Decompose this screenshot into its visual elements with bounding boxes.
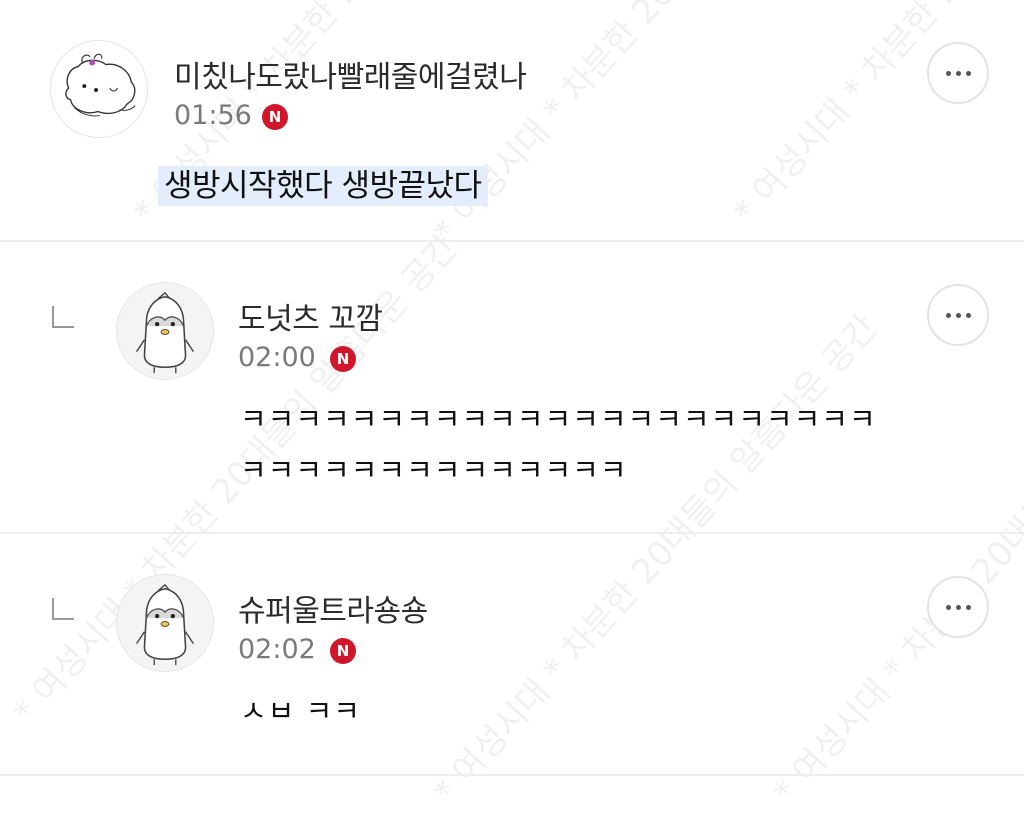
comment-item: 미칬나도랐나빨래줄에걸렸나 01:56 N 생방시작했다 생방끝났다: [0, 0, 1024, 240]
comment-text: 생방시작했다 생방끝났다: [158, 160, 488, 206]
timestamp: 02:00: [238, 342, 316, 373]
avatar[interactable]: [116, 282, 214, 380]
dot-icon: [955, 70, 961, 76]
reply-comment-item: 슈퍼울트라숑숑 02:02 N ㅅㅂ ㅋㅋ: [0, 534, 1024, 774]
reply-comment-item: 도넛츠 꼬깜 02:00 N ㅋㅋㅋㅋㅋㅋㅋㅋㅋㅋㅋㅋㅋㅋㅋㅋㅋㅋㅋㅋㅋㅋㅋ ㅋ…: [0, 242, 1024, 532]
new-badge-icon: N: [330, 638, 356, 664]
reply-arrow-icon: [52, 598, 74, 620]
dot-icon: [955, 312, 961, 318]
more-options-button[interactable]: [927, 284, 989, 346]
nickname[interactable]: 도넛츠 꼬깜: [238, 294, 383, 338]
dot-icon: [945, 70, 951, 76]
comment-text: ㅋㅋㅋㅋㅋㅋㅋㅋㅋㅋㅋㅋㅋㅋㅋㅋㅋㅋㅋㅋㅋㅋㅋ ㅋㅋㅋㅋㅋㅋㅋㅋㅋㅋㅋㅋㅋㅋ: [240, 394, 877, 496]
penguin-icon: [117, 283, 213, 379]
comment-line: ㅋㅋㅋㅋㅋㅋㅋㅋㅋㅋㅋㅋㅋㅋㅋㅋㅋㅋㅋㅋㅋㅋㅋ: [240, 402, 877, 436]
penguin-icon: [117, 575, 213, 671]
nickname[interactable]: 미칬나도랐나빨래줄에걸렸나: [174, 52, 527, 96]
divider: [0, 774, 1024, 776]
dot-icon: [955, 604, 961, 610]
dot-icon: [945, 604, 951, 610]
comment-line: ㅋㅋㅋㅋㅋㅋㅋㅋㅋㅋㅋㅋㅋㅋ: [240, 453, 628, 487]
more-options-button[interactable]: [927, 576, 989, 638]
dot-icon: [965, 604, 971, 610]
new-badge-icon: N: [262, 104, 288, 130]
comment-line: ㅅㅂ ㅋㅋ: [240, 694, 361, 728]
dot-icon: [945, 312, 951, 318]
reply-arrow-icon: [52, 306, 74, 328]
puppy-drawing-icon: [51, 41, 147, 137]
timestamp: 01:56: [174, 100, 252, 131]
highlighted-text: 생방시작했다 생방끝났다: [158, 166, 488, 206]
timestamp: 02:02: [238, 634, 316, 665]
avatar[interactable]: [116, 574, 214, 672]
avatar[interactable]: [50, 40, 148, 138]
dot-icon: [965, 312, 971, 318]
more-options-button[interactable]: [927, 42, 989, 104]
nickname[interactable]: 슈퍼울트라숑숑: [238, 586, 428, 630]
comment-text: ㅅㅂ ㅋㅋ: [240, 686, 361, 737]
new-badge-icon: N: [330, 346, 356, 372]
dot-icon: [965, 70, 971, 76]
